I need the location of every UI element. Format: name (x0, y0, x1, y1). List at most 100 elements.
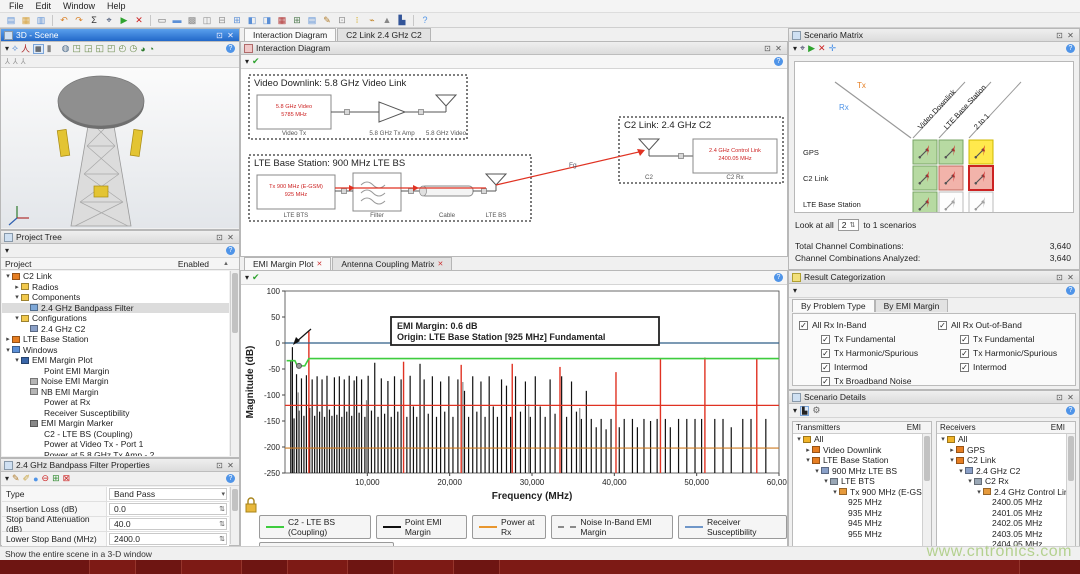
rotate-right-icon[interactable]: ◔ (149, 44, 154, 54)
matrix-cell[interactable] (939, 166, 963, 190)
tab-emi-margin-plot[interactable]: EMI Margin Plot✕ (244, 257, 331, 270)
help-icon[interactable]: ? (226, 246, 235, 255)
legend-item[interactable]: Point EMI Margin (376, 515, 467, 539)
view-right-icon[interactable]: ◨ (260, 14, 274, 26)
interaction-diagram-canvas[interactable]: Video Downlink: 5.8 GHz Video Link5.8 GH… (241, 69, 787, 256)
view-left-icon[interactable]: ◧ (245, 14, 259, 26)
tree-item[interactable]: Power at Rx (2, 397, 229, 408)
3d-viewport[interactable] (1, 68, 239, 228)
tree-expander-icon[interactable]: ▾ (4, 346, 12, 354)
tree-item[interactable]: 2400.05 MHz (937, 497, 1067, 508)
edit-icon[interactable]: ✎ (12, 473, 20, 484)
sort-icon[interactable]: ▲ (223, 261, 239, 267)
save-icon[interactable]: ▥ (34, 14, 48, 26)
help-icon[interactable]: ? (226, 474, 235, 483)
menu-help[interactable]: Help (102, 1, 131, 11)
scrollbar[interactable] (230, 271, 239, 456)
receivers-emi-header[interactable]: EMI (1051, 423, 1075, 432)
checkbox-outofband-child[interactable]: ✓Tx Fundamental (960, 334, 1075, 344)
spinner-icon[interactable]: ⇅ (219, 520, 226, 528)
delete-icon[interactable]: ✕ (132, 14, 146, 26)
legend-item[interactable]: Receiver Susceptibility (678, 515, 787, 539)
tree-item[interactable]: ▾Tx 900 MHz (E-GSM) (793, 487, 923, 498)
matrix-row-header[interactable]: C2 Link (803, 174, 829, 183)
tree-item[interactable]: ▾LTE Base Station (793, 455, 923, 466)
tree-expander-icon[interactable]: ▾ (4, 272, 12, 280)
find-icon[interactable]: ⌖ (800, 43, 805, 54)
legend-item[interactable]: Power at Rx (472, 515, 546, 539)
tree-item[interactable]: ▾2.4 GHz Control Link (937, 487, 1067, 498)
help-icon[interactable]: ? (774, 273, 783, 282)
matrix-cell[interactable] (913, 140, 937, 164)
checkbox-icon[interactable]: ✓ (960, 349, 969, 358)
chevron-down-icon[interactable]: ▾ (245, 57, 249, 66)
close-icon[interactable]: ✕ (225, 31, 236, 40)
tree-item[interactable]: ▾Windows (2, 345, 229, 356)
emi-margin-chart[interactable]: 100500-50-100-150-200-25010,00020,00030,… (241, 285, 787, 507)
matrix-cell[interactable] (939, 140, 963, 164)
spinner-icon[interactable]: ⇅ (219, 535, 226, 543)
find-icon[interactable]: ⌖ (102, 14, 116, 26)
checkbox-icon[interactable]: ✓ (821, 335, 830, 344)
scrollbar[interactable] (230, 487, 239, 544)
matrix-column-header[interactable]: 2 to 1 (972, 112, 991, 132)
chevron-down-icon[interactable]: ▾ (793, 286, 797, 295)
tree-item[interactable]: C2 - LTE BS (Coupling) (2, 429, 229, 440)
layout-grid-icon[interactable]: ⊞ (230, 14, 244, 26)
float-icon[interactable]: ⊡ (214, 31, 225, 40)
menu-file[interactable]: File (4, 1, 29, 11)
axis-zx-icon[interactable]: ⅄ (21, 57, 26, 66)
chevron-down-icon[interactable]: ▾ (793, 406, 797, 415)
property-input[interactable]: 2400.0⇅ (109, 533, 227, 545)
checkbox-inband-child[interactable]: ✓Tx Broadband Noise (821, 376, 936, 386)
help-icon[interactable]: ? (1066, 406, 1075, 415)
new-file-icon[interactable]: ▤ (4, 14, 18, 26)
coupling-icon[interactable]: ⌁ (365, 14, 379, 26)
tree-expander-icon[interactable]: ▾ (939, 435, 947, 443)
tree-expander-icon[interactable]: ▾ (948, 456, 956, 464)
tree-item[interactable]: ▾Components (2, 292, 229, 303)
scrollbar[interactable] (1066, 434, 1075, 553)
run-icon[interactable]: ▶ (808, 43, 815, 54)
tree-item[interactable]: ▾LTE BTS (793, 476, 923, 487)
help-icon[interactable]: ? (226, 44, 235, 53)
close-icon[interactable]: ✕ (225, 233, 236, 242)
column-header-project[interactable]: Project (1, 259, 178, 269)
checkbox-icon[interactable]: ✓ (821, 377, 830, 386)
float-icon[interactable]: ⊡ (214, 461, 225, 470)
sphere-icon[interactable]: ● (33, 474, 38, 484)
add-table-icon[interactable]: ⊞ (52, 473, 60, 484)
redo-icon[interactable]: ↷ (72, 14, 86, 26)
chart-icon[interactable]: ▙ (395, 14, 409, 26)
tree-item[interactable]: 945 MHz (793, 518, 923, 529)
undo-icon[interactable]: ↶ (57, 14, 71, 26)
tree-expander-icon[interactable]: ▸ (948, 446, 956, 454)
tab-by-problem-type[interactable]: By Problem Type (792, 299, 875, 312)
tree-item[interactable]: Power at 5.8 GHz Tx Amp - 2 (2, 450, 229, 457)
settings-icon[interactable]: ⚙ (812, 405, 820, 416)
tree-item[interactable]: Point EMI Margin (2, 366, 229, 377)
checkbox-icon[interactable]: ✓ (821, 363, 830, 372)
tree-item[interactable]: ▾C2 Link (2, 271, 229, 282)
checkbox-inband-child[interactable]: ✓Intermod (821, 362, 936, 372)
scrollbar[interactable] (922, 434, 931, 553)
view-iso-icon[interactable]: ◍ (62, 43, 70, 54)
emit-icon[interactable]: ▲ (380, 14, 394, 26)
matrix-cell[interactable] (939, 192, 963, 212)
window-cascade-icon[interactable]: ▩ (185, 14, 199, 26)
tree-item[interactable]: 2401.05 MHz (937, 508, 1067, 519)
help-icon[interactable]: ? (1066, 286, 1075, 295)
help-icon[interactable]: ? (1066, 44, 1075, 53)
matrix-row-header[interactable]: GPS (803, 148, 819, 157)
tree-expander-icon[interactable]: ▾ (822, 477, 830, 485)
filter-box[interactable] (353, 173, 401, 211)
matrix-cell[interactable] (969, 140, 993, 164)
tree-expander-icon[interactable]: ▾ (13, 293, 21, 301)
close-icon[interactable]: ✕ (225, 461, 236, 470)
tree-expander-icon[interactable]: ▸ (13, 283, 21, 291)
tree-expander-icon[interactable]: ▾ (966, 477, 974, 485)
tree-item[interactable]: 955 MHz (793, 529, 923, 540)
tree-item[interactable]: ▾EMI Margin Plot (2, 355, 229, 366)
tab-by-emi-margin[interactable]: By EMI Margin (875, 299, 949, 312)
view-left-icon[interactable]: ◱ (95, 43, 104, 54)
